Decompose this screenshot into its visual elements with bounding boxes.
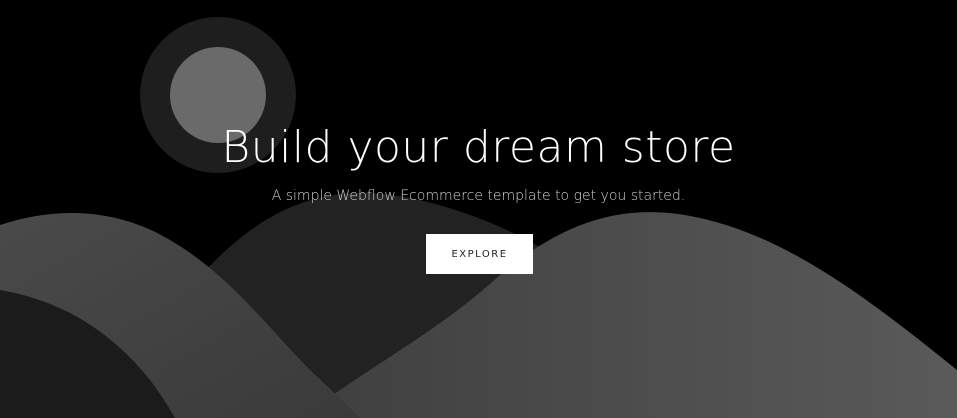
- explore-button[interactable]: EXPLORE: [426, 234, 533, 274]
- hero-title: Build your dream store: [221, 122, 736, 173]
- hero-section: Build your dream store A simple Webflow …: [0, 0, 957, 418]
- hero-subtitle: A simple Webflow Ecommerce template to g…: [271, 188, 686, 204]
- hero-content: Build your dream store A simple Webflow …: [0, 0, 957, 418]
